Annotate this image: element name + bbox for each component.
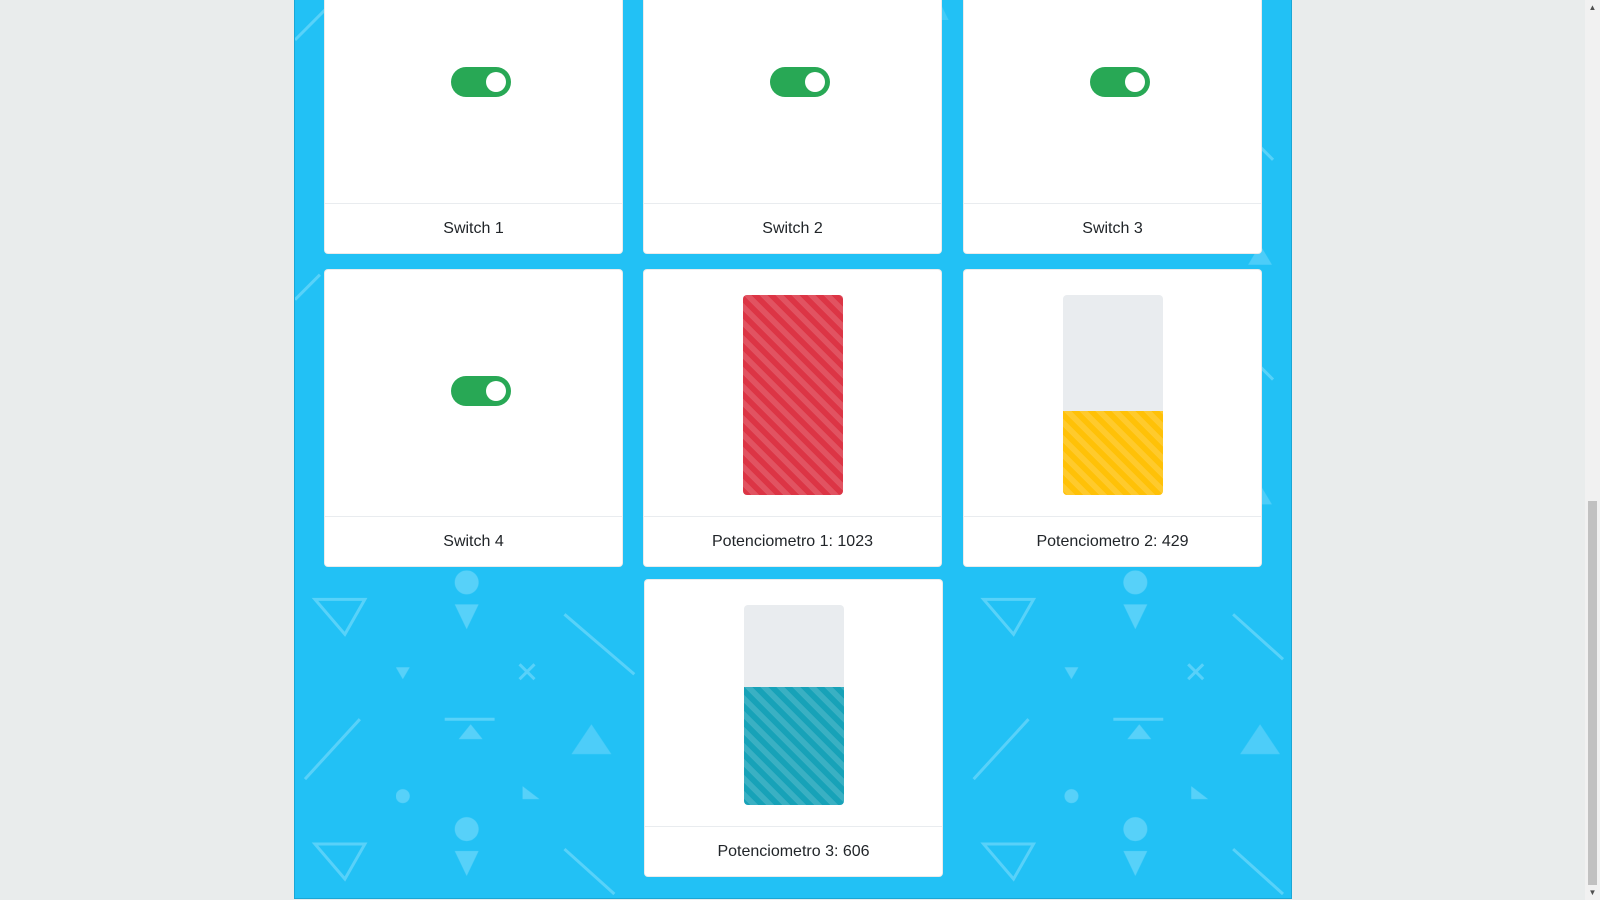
potenciometro-card-body [964, 270, 1261, 518]
potenciometro-3-label: Potenciometro 3: 606 [645, 826, 942, 876]
potenciometro-card-body [645, 580, 942, 828]
switch-3-toggle[interactable] [1090, 67, 1150, 97]
toggle-knob [1125, 72, 1145, 92]
toggle-knob [486, 381, 506, 401]
switch-card-4: Switch 4 [324, 269, 623, 567]
switch-card-body [964, 0, 1261, 205]
toggle-knob [805, 72, 825, 92]
potenciometro-1-bar [742, 295, 843, 495]
dashboard-panel: Switch 1 Switch 2 Switch 3 Switch 4 Pote… [294, 0, 1292, 899]
switch-card-body [325, 0, 622, 205]
potenciometro-2-bar [1062, 295, 1163, 495]
switch-card-2: Switch 2 [643, 0, 942, 254]
potenciometro-1-label: Potenciometro 1: 1023 [644, 516, 941, 566]
switch-card-body [644, 0, 941, 205]
switch-card-1: Switch 1 [324, 0, 623, 254]
potenciometro-card-2: Potenciometro 2: 429 [963, 269, 1262, 567]
triangle-up-icon[interactable]: ▲ [1585, 0, 1600, 15]
switch-3-label: Switch 3 [964, 203, 1261, 253]
switch-card-3: Switch 3 [963, 0, 1262, 254]
potenciometro-3-bar [743, 605, 844, 805]
vertical-scrollbar[interactable]: ▲ ▼ [1585, 0, 1600, 900]
switch-1-toggle[interactable] [451, 67, 511, 97]
switch-card-body [325, 270, 622, 518]
potenciometro-card-body [644, 270, 941, 518]
potenciometro-2-label: Potenciometro 2: 429 [964, 516, 1261, 566]
switch-4-label: Switch 4 [325, 516, 622, 566]
switch-2-label: Switch 2 [644, 203, 941, 253]
potenciometro-2-fill [1062, 411, 1163, 495]
potenciometro-1-fill [742, 295, 843, 495]
scrollbar-thumb[interactable] [1588, 501, 1597, 885]
switch-4-toggle[interactable] [451, 376, 511, 406]
potenciometro-3-fill [743, 687, 844, 805]
potenciometro-card-3: Potenciometro 3: 606 [644, 579, 943, 877]
toggle-knob [486, 72, 506, 92]
potenciometro-card-1: Potenciometro 1: 1023 [643, 269, 942, 567]
switch-2-toggle[interactable] [770, 67, 830, 97]
triangle-down-icon[interactable]: ▼ [1585, 885, 1600, 900]
switch-1-label: Switch 1 [325, 203, 622, 253]
